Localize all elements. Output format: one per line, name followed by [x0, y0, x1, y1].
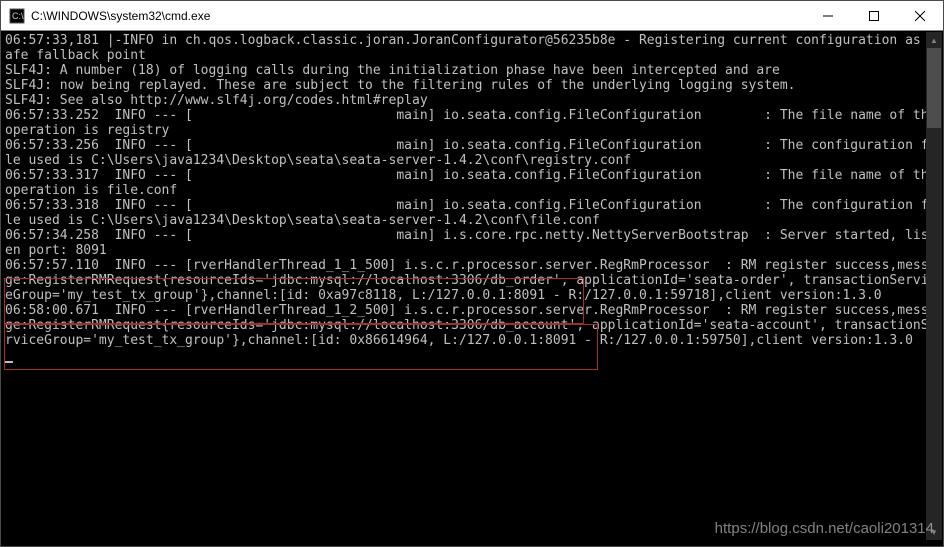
terminal-cursor — [5, 361, 13, 363]
svg-text:C:\: C:\ — [12, 11, 24, 21]
terminal-line: 06:57:33.317 INFO --- [ main] io.seata.c… — [5, 168, 939, 198]
scrollbar-thumb[interactable] — [927, 48, 941, 128]
titlebar[interactable]: C:\ C:\WINDOWS\system32\cmd.exe — [1, 1, 943, 31]
minimize-button[interactable] — [805, 1, 851, 30]
terminal-line: SLF4J: See also http://www.slf4j.org/cod… — [5, 93, 939, 108]
cmd-window: C:\ C:\WINDOWS\system32\cmd.exe 06:57:33… — [0, 0, 944, 547]
vertical-scrollbar[interactable]: ▲ ▼ — [926, 32, 942, 540]
terminal-line: 06:57:33.318 INFO --- [ main] io.seata.c… — [5, 198, 939, 228]
terminal-line: 06:57:33.252 INFO --- [ main] io.seata.c… — [5, 108, 939, 138]
watermark-text: https://blog.csdn.net/caoli201314 — [715, 520, 934, 537]
window-controls — [805, 1, 943, 30]
terminal-line: 06:58:00.671 INFO --- [rverHandlerThread… — [5, 303, 939, 348]
terminal-output[interactable]: 06:57:33,181 |-INFO in ch.qos.logback.cl… — [1, 31, 943, 546]
terminal-line: 06:57:33.256 INFO --- [ main] io.seata.c… — [5, 138, 939, 168]
cmd-icon: C:\ — [9, 8, 25, 24]
terminal-line: 06:57:34.258 INFO --- [ main] i.s.core.r… — [5, 228, 939, 258]
window-title: C:\WINDOWS\system32\cmd.exe — [31, 9, 805, 23]
scrollbar-up-arrow[interactable]: ▲ — [926, 32, 942, 48]
close-button[interactable] — [897, 1, 943, 30]
terminal-line: SLF4J: A number (18) of logging calls du… — [5, 63, 939, 78]
maximize-button[interactable] — [851, 1, 897, 30]
terminal-line: 06:57:33,181 |-INFO in ch.qos.logback.cl… — [5, 33, 939, 63]
terminal-line: 06:57:57.110 INFO --- [rverHandlerThread… — [5, 258, 939, 303]
terminal-line: SLF4J: now being replayed. These are sub… — [5, 78, 939, 93]
